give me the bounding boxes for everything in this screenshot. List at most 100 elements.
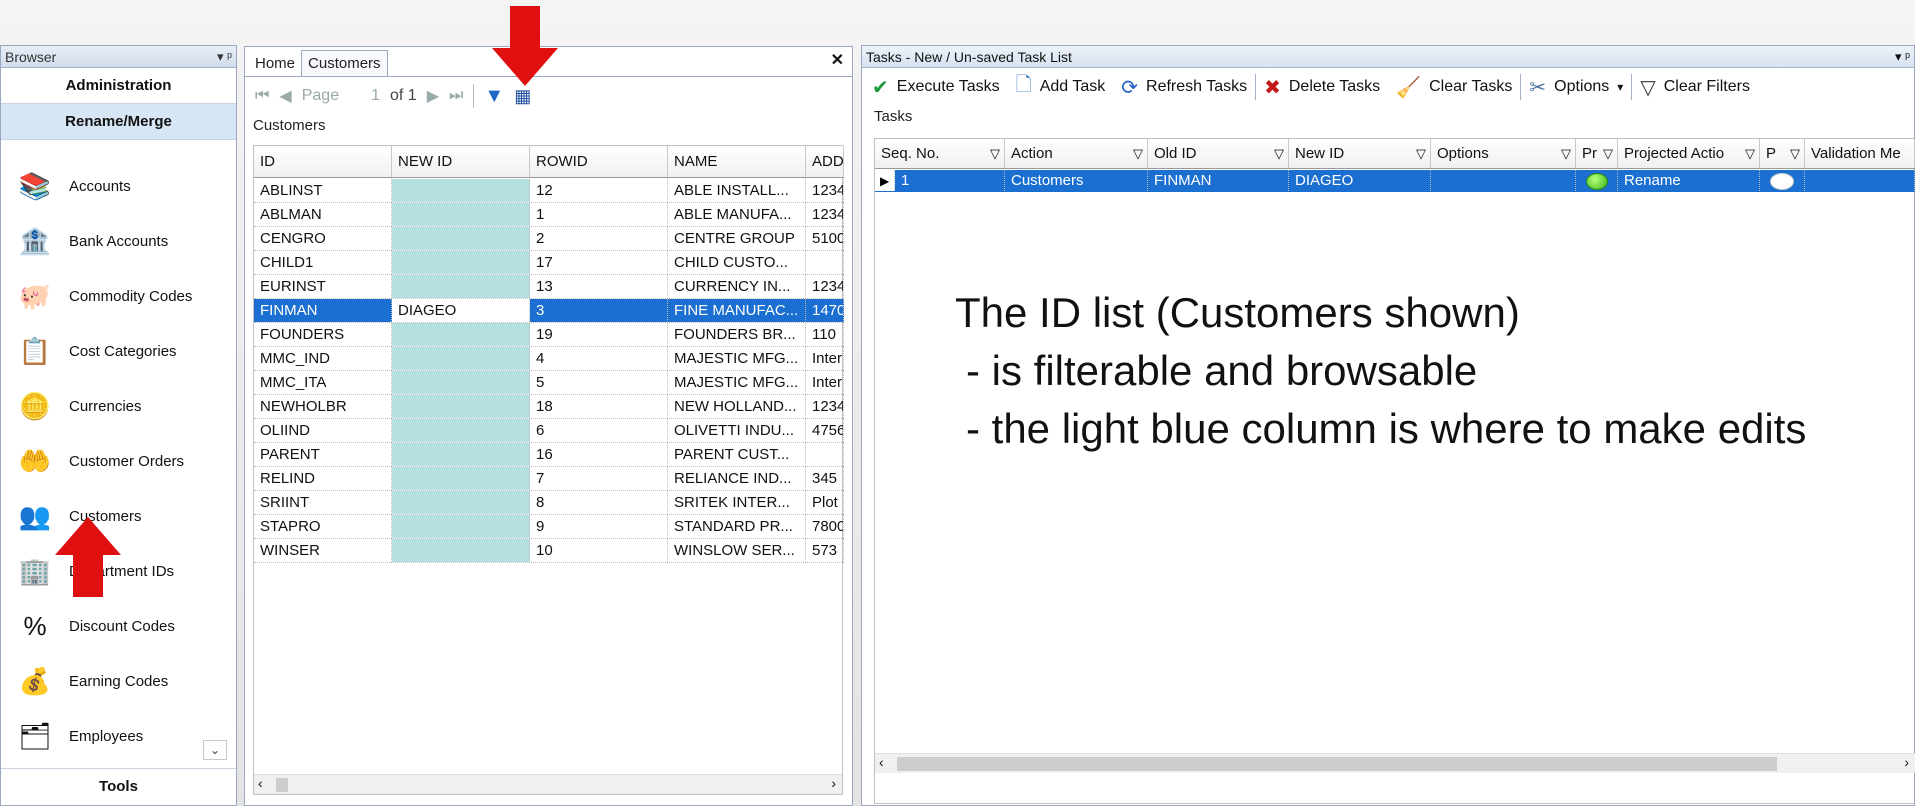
column-filter-icon[interactable]: ▽ — [1745, 139, 1755, 168]
column-header[interactable]: ROWID — [530, 146, 668, 177]
sidebar-item-cost-categories[interactable]: 📋 Cost Categories — [1, 329, 223, 373]
table-cell[interactable]: 16 — [530, 443, 668, 466]
table-cell[interactable]: MMC_ITA — [254, 371, 392, 394]
scroll-left-icon[interactable]: ‹ — [258, 775, 263, 791]
table-cell[interactable]: CENTRE GROUP — [668, 227, 806, 250]
column-filter-icon[interactable]: ▽ — [1790, 139, 1800, 168]
table-cell[interactable]: ABLMAN — [254, 203, 392, 226]
column-header[interactable]: NAME — [668, 146, 806, 177]
table-cell[interactable]: RELIANCE IND... — [668, 467, 806, 490]
table-cell[interactable]: 18 — [530, 395, 668, 418]
table-cell[interactable]: ABLINST — [254, 179, 392, 202]
table-cell[interactable]: CENGRO — [254, 227, 392, 250]
table-cell[interactable]: PARENT CUST... — [668, 443, 806, 466]
table-cell[interactable]: OLIIND — [254, 419, 392, 442]
table-row[interactable]: WINSER 10 WINSLOW SER... 573 — [254, 539, 844, 563]
table-row[interactable]: FOUNDERS 19 FOUNDERS BR... 110 — [254, 323, 844, 347]
table-cell[interactable]: 5 — [530, 371, 668, 394]
table-cell[interactable]: Plot — [806, 491, 844, 514]
table-cell[interactable]: 1234 — [806, 275, 844, 298]
task-new-id[interactable]: DIAGEO — [1289, 170, 1431, 191]
new-id-cell[interactable] — [392, 443, 530, 466]
table-cell[interactable]: 573 — [806, 539, 844, 562]
scroll-thumb[interactable] — [897, 757, 1777, 771]
table-cell[interactable]: 7800 — [806, 515, 844, 538]
scroll-thumb[interactable] — [276, 778, 288, 792]
group-tools[interactable]: Tools — [1, 768, 236, 804]
table-cell[interactable]: 17 — [530, 251, 668, 274]
table-cell[interactable]: 4756 — [806, 419, 844, 442]
new-id-cell[interactable] — [392, 467, 530, 490]
tasks-pin-icon[interactable]: ▾ ᵖ — [1895, 49, 1910, 65]
table-row[interactable]: MMC_ITA 5 MAJESTIC MFG... Inter — [254, 371, 844, 395]
table-row[interactable]: ABLMAN 1 ABLE MANUFA... 1234 — [254, 203, 844, 227]
group-administration[interactable]: Administration — [1, 68, 236, 104]
task-old-id[interactable]: FINMAN — [1148, 170, 1289, 191]
table-row[interactable]: EURINST 13 CURRENCY IN... 1234 — [254, 275, 844, 299]
tab-customers[interactable]: Customers — [301, 50, 388, 76]
table-cell[interactable]: SRIINT — [254, 491, 392, 514]
table-cell[interactable]: 2 — [530, 227, 668, 250]
table-cell[interactable]: SRITEK INTER... — [668, 491, 806, 514]
table-cell[interactable]: 1 — [530, 203, 668, 226]
scroll-right-icon[interactable]: › — [1904, 754, 1909, 770]
table-cell[interactable]: Inter — [806, 371, 844, 394]
new-id-cell[interactable]: DIAGEO — [392, 299, 530, 322]
table-row[interactable]: SRIINT 8 SRITEK INTER... Plot — [254, 491, 844, 515]
column-filter-icon[interactable]: ▽ — [990, 139, 1000, 168]
new-id-cell[interactable] — [392, 227, 530, 250]
column-header[interactable]: ADD — [806, 146, 844, 177]
table-cell[interactable]: MMC_IND — [254, 347, 392, 370]
table-cell[interactable]: 7 — [530, 467, 668, 490]
table-cell[interactable]: 6 — [530, 419, 668, 442]
table-cell[interactable]: FINMAN — [254, 299, 392, 322]
column-header[interactable]: Pr ▽ — [1576, 139, 1618, 168]
prev-page-icon[interactable]: ◀ — [279, 86, 291, 106]
table-cell[interactable]: PARENT — [254, 443, 392, 466]
sidebar-item-employees[interactable]: 🗂 Employees — [1, 714, 223, 758]
options-button[interactable]: ✂ Options ▾ — [1521, 75, 1631, 100]
first-page-icon[interactable]: ⏮ — [255, 87, 269, 105]
column-header[interactable]: ID — [254, 146, 392, 177]
sidebar-item-commodity-codes[interactable]: 🐖 Commodity Codes — [1, 274, 223, 318]
table-row[interactable]: CHILD1 17 CHILD CUSTO... — [254, 251, 844, 275]
new-id-cell[interactable] — [392, 491, 530, 514]
table-cell[interactable]: ABLE INSTALL... — [668, 179, 806, 202]
table-cell[interactable]: WINSLOW SER... — [668, 539, 806, 562]
column-header[interactable]: Action ▽ — [1005, 139, 1148, 168]
table-row[interactable]: OLIIND 6 OLIVETTI INDU... 4756 — [254, 419, 844, 443]
execute-tasks-button[interactable]: ✔ Execute Tasks — [864, 75, 1008, 100]
page-number-input[interactable]: 1 — [371, 87, 380, 105]
column-header[interactable]: Seq. No. ▽ — [875, 139, 1005, 168]
column-header[interactable]: P ▽ — [1760, 139, 1805, 168]
table-row[interactable]: FINMAN DIAGEO 3 FINE MANUFAC... 1470 — [254, 299, 844, 323]
table-cell[interactable]: 345 — [806, 467, 844, 490]
task-row[interactable]: ▶ 1 Customers FINMAN DIAGEO Rename — [875, 170, 1915, 192]
table-cell[interactable]: NEW HOLLAND... — [668, 395, 806, 418]
column-filter-icon[interactable]: ▽ — [1603, 139, 1613, 168]
task-action[interactable]: Customers — [1005, 170, 1148, 191]
table-cell[interactable]: ABLE MANUFA... — [668, 203, 806, 226]
table-cell[interactable]: FINE MANUFAC... — [668, 299, 806, 322]
tab-home[interactable]: Home — [249, 51, 301, 76]
sidebar-item-accounts[interactable]: 📚 Accounts — [1, 164, 223, 208]
table-row[interactable]: PARENT 16 PARENT CUST... — [254, 443, 844, 467]
horizontal-scrollbar[interactable]: ‹ › — [254, 774, 842, 794]
table-row[interactable]: CENGRO 2 CENTRE GROUP 5100 — [254, 227, 844, 251]
sidebar-item-currencies[interactable]: 🪙 Currencies — [1, 384, 223, 428]
table-cell[interactable]: 10 — [530, 539, 668, 562]
table-cell[interactable]: 9 — [530, 515, 668, 538]
table-cell[interactable]: CHILD1 — [254, 251, 392, 274]
sidebar-item-bank-accounts[interactable]: 🏦 Bank Accounts — [1, 219, 223, 263]
column-header[interactable]: Validation Me — [1805, 139, 1915, 168]
table-row[interactable]: NEWHOLBR 18 NEW HOLLAND... 1234 — [254, 395, 844, 419]
task-projected-action[interactable]: Rename — [1618, 170, 1760, 191]
add-task-button[interactable]: 🗋 Add Task — [1008, 70, 1114, 104]
new-id-cell[interactable] — [392, 515, 530, 538]
close-icon[interactable]: ✕ — [831, 50, 852, 76]
table-cell[interactable]: 1234 — [806, 179, 844, 202]
tasks-horizontal-scrollbar[interactable]: ‹ › — [875, 753, 1915, 773]
sidebar-item-discount-codes[interactable]: % Discount Codes — [1, 604, 223, 648]
new-id-cell[interactable] — [392, 251, 530, 274]
table-cell[interactable]: 1234 — [806, 203, 844, 226]
